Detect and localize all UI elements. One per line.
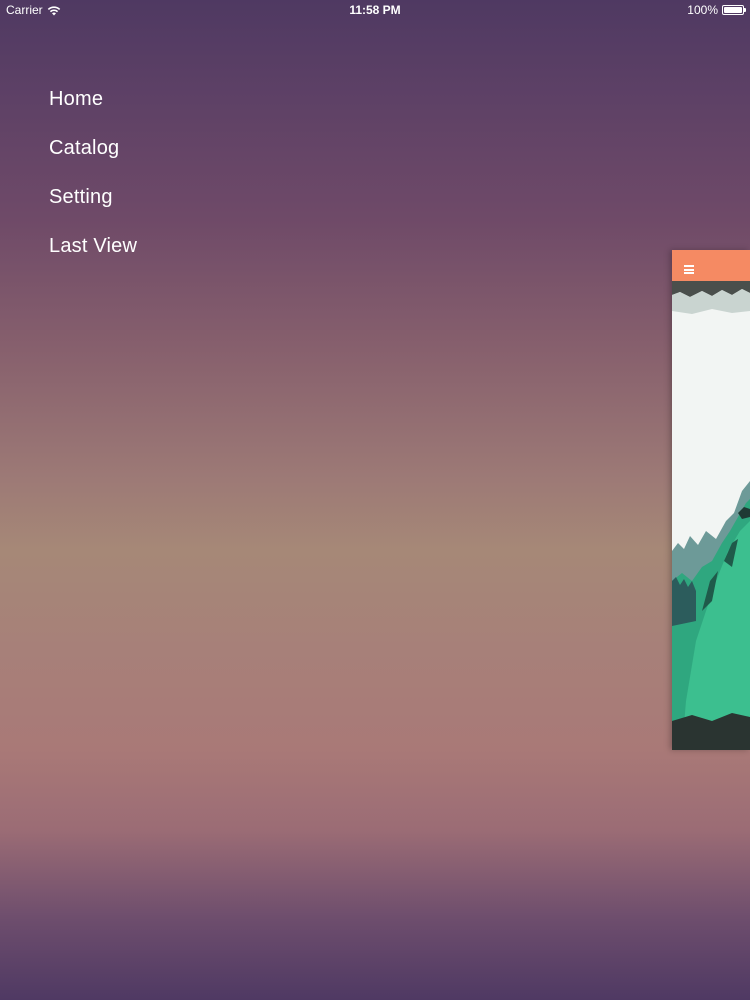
hamburger-icon[interactable] — [684, 265, 694, 274]
battery-indicator: 100% — [687, 3, 746, 17]
side-menu: Home Catalog Setting Last View — [49, 85, 137, 281]
menu-item-setting[interactable]: Setting — [49, 183, 137, 232]
landscape-artwork — [672, 281, 750, 750]
content-preview-panel[interactable] — [672, 250, 750, 750]
content-nav-bar — [672, 250, 750, 281]
menu-item-catalog[interactable]: Catalog — [49, 134, 137, 183]
battery-icon — [722, 5, 746, 15]
status-bar: Carrier 11:58 PM 100% — [0, 0, 750, 20]
battery-percent: 100% — [687, 3, 718, 17]
menu-item-home[interactable]: Home — [49, 85, 137, 134]
menu-item-last-view[interactable]: Last View — [49, 232, 137, 281]
clock: 11:58 PM — [349, 3, 401, 17]
